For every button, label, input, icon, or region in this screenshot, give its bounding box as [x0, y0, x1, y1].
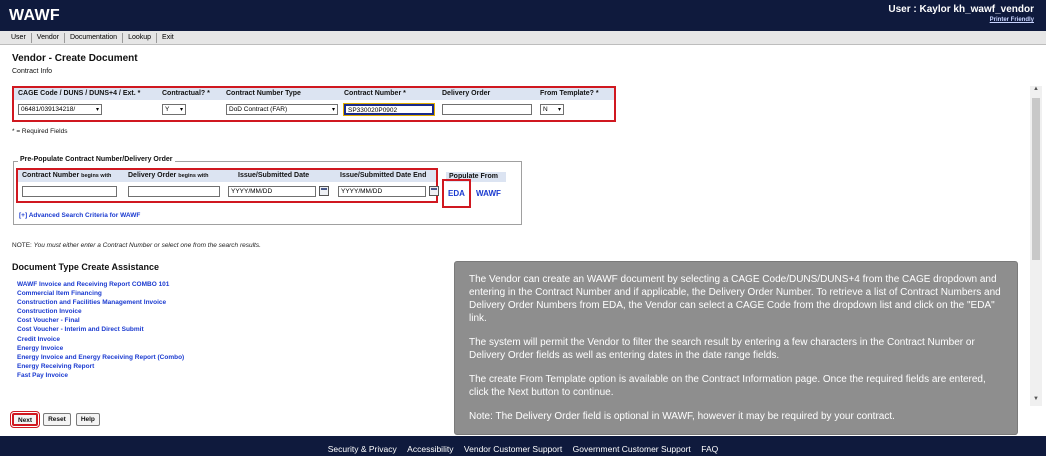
delivery-order-column: Delivery Order: [438, 88, 536, 115]
number-type-select-value: DoD Contract (FAR): [229, 106, 288, 113]
advanced-search-link[interactable]: [+] Advanced Search Criteria for WAWF: [19, 212, 140, 219]
doc-type-link[interactable]: Fast Pay Invoice: [17, 371, 184, 380]
printer-friendly-link[interactable]: Printer Friendly: [990, 17, 1034, 23]
contract-number-header: Contract Number *: [340, 88, 438, 100]
page-root: WAWF User : Kaylor kh_wawf_vendor Printe…: [0, 0, 1046, 456]
doc-type-link[interactable]: Energy Receiving Report: [17, 362, 184, 371]
delivery-order-input[interactable]: [442, 104, 532, 115]
doc-type-link[interactable]: Credit Invoice: [17, 335, 184, 344]
required-fields-note: * = Required Fields: [12, 128, 68, 135]
chevron-down-icon: ▾: [331, 107, 335, 113]
calendar-icon[interactable]: [429, 186, 439, 196]
scroll-down-arrow-icon[interactable]: ▼: [1030, 396, 1042, 406]
cage-select-value: 06481/039134218/: [21, 106, 76, 113]
contract-search-header: Contract Number begins with: [18, 170, 124, 182]
menu-bar: User Vendor Documentation Lookup Exit: [0, 31, 1046, 45]
menu-item-user[interactable]: User: [6, 32, 32, 43]
chevron-down-icon: ▾: [95, 107, 99, 113]
menu-item-documentation[interactable]: Documentation: [65, 32, 124, 43]
chevron-down-icon: ▾: [557, 107, 561, 113]
footer-link-government-support[interactable]: Government Customer Support: [573, 444, 691, 454]
reset-button[interactable]: Reset: [43, 413, 71, 426]
callout-paragraph: The Vendor can create an WAWF document b…: [469, 274, 1001, 324]
end-date-input[interactable]: YYYY/MM/DD: [338, 186, 426, 197]
delivery-search-header-hint: begins with: [178, 173, 209, 179]
from-template-select-value: N: [543, 106, 548, 113]
user-label: User : Kaylor kh_wawf_vendor: [888, 4, 1034, 15]
delivery-search-column: Delivery Order begins with: [124, 170, 226, 197]
contractual-select[interactable]: Y ▾: [162, 104, 186, 115]
doc-type-link[interactable]: Cost Voucher - Interim and Direct Submit: [17, 325, 184, 334]
footer-link-vendor-support[interactable]: Vendor Customer Support: [464, 444, 562, 454]
top-header: WAWF User : Kaylor kh_wawf_vendor Printe…: [0, 0, 1046, 31]
number-type-header: Contract Number Type: [222, 88, 340, 100]
wawf-link[interactable]: WAWF: [476, 189, 501, 198]
prepopulate-legend: Pre-Populate Contract Number/Delivery Or…: [18, 156, 175, 163]
help-button[interactable]: Help: [75, 413, 100, 426]
doc-type-link[interactable]: Construction Invoice: [17, 307, 184, 316]
page-footer: Security & Privacy Accessibility Vendor …: [0, 436, 1046, 456]
section-label: Contract Info: [12, 68, 53, 75]
doc-type-link[interactable]: Energy Invoice: [17, 344, 184, 353]
issue-date-header: Issue/Submitted Date: [226, 170, 336, 182]
scroll-up-arrow-icon[interactable]: ▲: [1030, 86, 1042, 96]
doc-type-list: WAWF Invoice and Receiving Report COMBO …: [17, 280, 184, 380]
contract-search-header-label: Contract Number: [22, 172, 80, 179]
issue-date-input[interactable]: YYYY/MM/DD: [228, 186, 316, 197]
contract-search-column: Contract Number begins with: [18, 170, 124, 197]
contract-search-header-hint: begins with: [81, 173, 112, 179]
end-date-header: Issue/Submitted Date End: [336, 170, 436, 182]
form-buttons: Next Reset Help: [9, 411, 100, 428]
note-prefix: NOTE:: [12, 242, 34, 249]
doc-type-section-title: Document Type Create Assistance: [12, 262, 160, 272]
issue-date-column: Issue/Submitted Date YYYY/MM/DD: [226, 170, 336, 197]
contract-note: NOTE: You must either enter a Contract N…: [12, 242, 261, 249]
scroll-thumb[interactable]: [1032, 98, 1040, 260]
cage-header: CAGE Code / DUNS / DUNS+4 / Ext. *: [14, 88, 158, 100]
doc-type-link[interactable]: Commercial Item Financing: [17, 289, 184, 298]
note-body: You must either enter a Contract Number …: [33, 242, 261, 249]
footer-link-faq[interactable]: FAQ: [701, 444, 718, 454]
end-date-column: Issue/Submitted Date End YYYY/MM/DD: [336, 170, 439, 197]
doc-type-link[interactable]: Energy Invoice and Energy Receiving Repo…: [17, 353, 184, 362]
from-template-select[interactable]: N ▾: [540, 104, 564, 115]
cage-column: CAGE Code / DUNS / DUNS+4 / Ext. * 06481…: [14, 88, 158, 115]
from-template-column: From Template? * N ▾: [536, 88, 614, 115]
menu-item-lookup[interactable]: Lookup: [123, 32, 158, 43]
chevron-down-icon: ▾: [179, 107, 183, 113]
delivery-search-input[interactable]: [128, 186, 220, 197]
app-title: WAWF: [9, 7, 60, 24]
contractual-column: Contractual? * Y ▾: [158, 88, 222, 115]
delivery-order-header: Delivery Order: [438, 88, 536, 100]
search-criteria-panel: Contract Number begins with Delivery Ord…: [16, 168, 439, 203]
menu-item-vendor[interactable]: Vendor: [32, 32, 65, 43]
footer-link-accessibility[interactable]: Accessibility: [407, 444, 453, 454]
doc-type-link[interactable]: Cost Voucher - Final: [17, 316, 184, 325]
eda-link[interactable]: EDA: [442, 179, 471, 208]
doc-type-link[interactable]: WAWF Invoice and Receiving Report COMBO …: [17, 280, 184, 289]
callout-paragraph: Note: The Delivery Order field is option…: [469, 411, 895, 422]
from-template-header: From Template? *: [536, 88, 614, 100]
contract-number-input[interactable]: SP330020P0902: [343, 103, 435, 116]
menu-item-exit[interactable]: Exit: [157, 33, 179, 43]
callout-paragraph: The system will permit the Vendor to fil…: [469, 337, 975, 361]
footer-link-security[interactable]: Security & Privacy: [328, 444, 397, 454]
instruction-callout: The Vendor can create an WAWF document b…: [454, 261, 1018, 435]
calendar-icon[interactable]: [319, 186, 329, 196]
contract-number-column: Contract Number * SP330020P0902: [340, 88, 438, 116]
callout-paragraph: The create From Template option is avail…: [469, 374, 986, 398]
vertical-scrollbar[interactable]: ▲ ▼: [1030, 86, 1042, 406]
page-title: Vendor - Create Document: [12, 53, 138, 64]
number-type-column: Contract Number Type DoD Contract (FAR) …: [222, 88, 340, 115]
contract-info-panel: CAGE Code / DUNS / DUNS+4 / Ext. * 06481…: [12, 86, 616, 122]
cage-select[interactable]: 06481/039134218/ ▾: [18, 104, 102, 115]
doc-type-link[interactable]: Construction and Facilities Management I…: [17, 298, 184, 307]
contractual-header: Contractual? *: [158, 88, 222, 100]
delivery-search-header-label: Delivery Order: [128, 172, 177, 179]
delivery-search-header: Delivery Order begins with: [124, 170, 226, 182]
next-button[interactable]: Next: [9, 411, 41, 428]
contract-search-input[interactable]: [22, 186, 117, 197]
contractual-select-value: Y: [165, 106, 170, 113]
number-type-select[interactable]: DoD Contract (FAR) ▾: [226, 104, 338, 115]
